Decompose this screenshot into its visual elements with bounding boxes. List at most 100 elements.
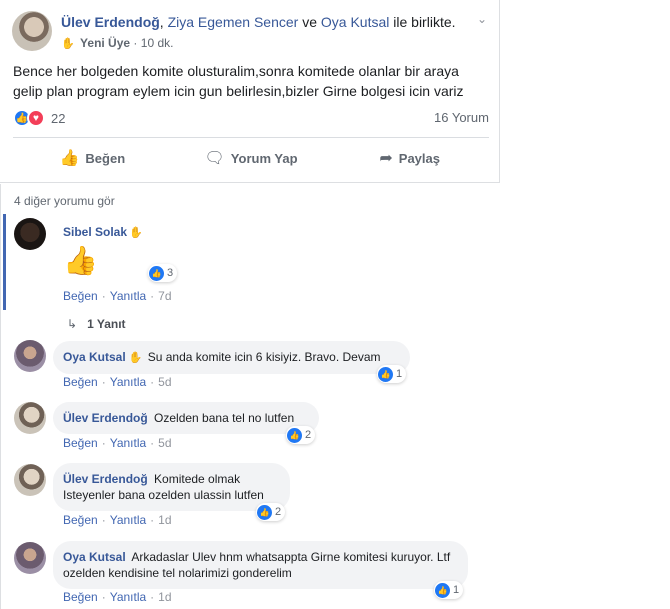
share-arrow-icon: ➦ [379, 150, 393, 167]
love-reaction-icon: ♥ [27, 109, 45, 127]
comment-bubble: Oya Kutsal Arkadaslar Ulev hnm whatsappt… [53, 541, 468, 589]
reaction-count: 2 [275, 506, 282, 518]
commenter-avatar[interactable] [14, 340, 46, 372]
comment-like-link[interactable]: Beğen [63, 513, 98, 527]
commenter-avatar[interactable] [14, 218, 46, 250]
comment-like-link[interactable]: Beğen [63, 289, 98, 303]
comment-bubble: Ülev Erdendoğ Ozelden bana tel no lutfen [53, 402, 319, 434]
see-more-comments-link[interactable]: 4 diğer yorumu gör [14, 194, 115, 208]
separator: · [101, 436, 106, 450]
post-header: Ülev Erdendoğ, Ziya Egemen Sencer ve Oya… [61, 14, 456, 30]
comment-actions: Beğen · Yanıtla · 1d [63, 590, 172, 604]
comment-time[interactable]: 7d [158, 289, 171, 303]
share-label: Paylaş [398, 150, 440, 166]
post-author-link[interactable]: Ülev Erdendoğ [61, 14, 160, 30]
like-reaction-icon: 👍 [257, 504, 272, 520]
reaction-count: 2 [305, 429, 312, 441]
comment-label: Yorum Yap [230, 150, 298, 166]
like-label: Beğen [85, 150, 126, 166]
reaction-count: 1 [396, 368, 403, 380]
thumbs-up-icon: 👍 [59, 150, 80, 167]
comment-reply-link[interactable]: Yanıtla [110, 513, 146, 527]
comment-text: Su anda komite icin 6 kisiyiz. Bravo. De… [147, 350, 381, 364]
comment-time[interactable]: 5d [158, 375, 171, 389]
reaction-count: 22 [51, 110, 66, 126]
speech-bubble-icon: 🗨 [204, 150, 225, 167]
with-mid: ve [298, 14, 321, 30]
commenter-name[interactable]: Ülev Erdendoğ [63, 411, 148, 425]
reaction-count: 1 [453, 584, 460, 596]
comment-like-link[interactable]: Beğen [63, 375, 98, 389]
comment-like-link[interactable]: Beğen [63, 436, 98, 450]
like-reaction-icon: 👍 [287, 427, 302, 443]
share-button[interactable]: ➦ Paylaş [330, 141, 489, 175]
member-badge: Yeni Üye [80, 36, 131, 50]
wave-icon: ✋ [61, 38, 75, 50]
wave-icon: ✋ [128, 352, 143, 364]
post-card: Ülev Erdendoğ, Ziya Egemen Sencer ve Oya… [0, 0, 500, 183]
commenter-avatar[interactable] [14, 402, 46, 434]
divider [13, 137, 489, 138]
like-button[interactable]: 👍 Beğen [13, 141, 172, 175]
commenter-name[interactable]: Oya Kutsal [63, 350, 126, 364]
commenter-avatar[interactable] [14, 464, 46, 496]
comment-actions: Beğen · Yanıtla · 5d [63, 375, 172, 389]
comment-reaction-count[interactable]: 👍 3 [148, 264, 178, 282]
comment-time[interactable]: 1d [158, 513, 171, 527]
comment-time[interactable]: 5d [158, 436, 171, 450]
commenter-name[interactable]: Oya Kutsal [63, 550, 126, 564]
meta-separator: · [133, 36, 141, 50]
comment-reaction-count[interactable]: 👍 1 [377, 365, 407, 383]
like-reaction-icon: 👍 [149, 265, 164, 281]
separator: · [101, 289, 106, 303]
like-reaction-icon: 👍 [378, 366, 393, 382]
separator: · [101, 590, 106, 604]
commenter-avatar[interactable] [14, 542, 46, 574]
separator: · [150, 590, 155, 604]
separator: · [101, 375, 106, 389]
comment-actions: Beğen · Yanıtla · 1d [63, 513, 172, 527]
like-reaction-icon: 👍 [435, 582, 450, 598]
separator: · [150, 289, 155, 303]
reply-arrow-icon: ↳ [67, 317, 78, 331]
comment-reaction-count[interactable]: 👍 1 [434, 581, 464, 599]
tagged-user-link[interactable]: Ziya Egemen Sencer [168, 14, 299, 30]
commenter-name[interactable]: Sibel Solak ✋ [63, 225, 145, 239]
wave-icon: ✋ [129, 227, 143, 239]
tagged-user-link[interactable]: Oya Kutsal [321, 14, 389, 30]
comment-like-link[interactable]: Beğen [63, 590, 98, 604]
commenter-name[interactable]: Ülev Erdendoğ [63, 472, 148, 486]
comment-reaction-count[interactable]: 👍 2 [286, 426, 316, 444]
comment-bubble: Ülev Erdendoğ Komitede olmak Isteyenler … [53, 463, 290, 511]
with-prefix: , [159, 14, 168, 30]
post-options-chevron-icon[interactable]: ⌄ [477, 12, 487, 26]
comment-reaction-count[interactable]: 👍 2 [256, 503, 286, 521]
commenter-name-text[interactable]: Sibel Solak [63, 225, 127, 239]
replies-count-text[interactable]: 1 Yanıt [87, 317, 125, 331]
separator: · [150, 375, 155, 389]
post-actions: 👍 Beğen 🗨 Yorum Yap ➦ Paylaş [13, 141, 489, 175]
reaction-summary[interactable]: 👍 ♥ 22 [13, 109, 65, 127]
separator: · [150, 436, 155, 450]
with-suffix: ile birlikte. [389, 14, 456, 30]
comment-count-link[interactable]: 16 Yorum [434, 110, 489, 125]
thread-highlight-line [3, 214, 6, 310]
comment-button[interactable]: 🗨 Yorum Yap [172, 141, 331, 175]
comments-section: 4 diğer yorumu gör Sibel Solak ✋ 👍 👍 3 Be… [0, 184, 500, 609]
comment-reply-link[interactable]: Yanıtla [110, 289, 146, 303]
separator: · [101, 513, 106, 527]
comment-text: Ozelden bana tel no lutfen [154, 411, 295, 425]
author-avatar[interactable] [12, 11, 52, 51]
comment-reply-link[interactable]: Yanıtla [110, 436, 146, 450]
thumbs-up-sticker-icon: 👍 [63, 245, 98, 276]
separator: · [150, 513, 155, 527]
comment-actions: Beğen · Yanıtla · 5d [63, 436, 172, 450]
comment-time[interactable]: 1d [158, 590, 171, 604]
comment-reply-link[interactable]: Yanıtla [110, 375, 146, 389]
post-time[interactable]: 10 dk. [141, 36, 174, 50]
view-replies-link[interactable]: ↳ 1 Yanıt [67, 317, 126, 331]
comment-reply-link[interactable]: Yanıtla [110, 590, 146, 604]
comment-actions: Beğen · Yanıtla · 7d [63, 289, 172, 303]
post-text: Bence her bolgeden komite olusturalim,so… [13, 63, 464, 99]
comment-bubble: Oya Kutsal ✋ Su anda komite icin 6 kisiyi… [53, 341, 410, 374]
